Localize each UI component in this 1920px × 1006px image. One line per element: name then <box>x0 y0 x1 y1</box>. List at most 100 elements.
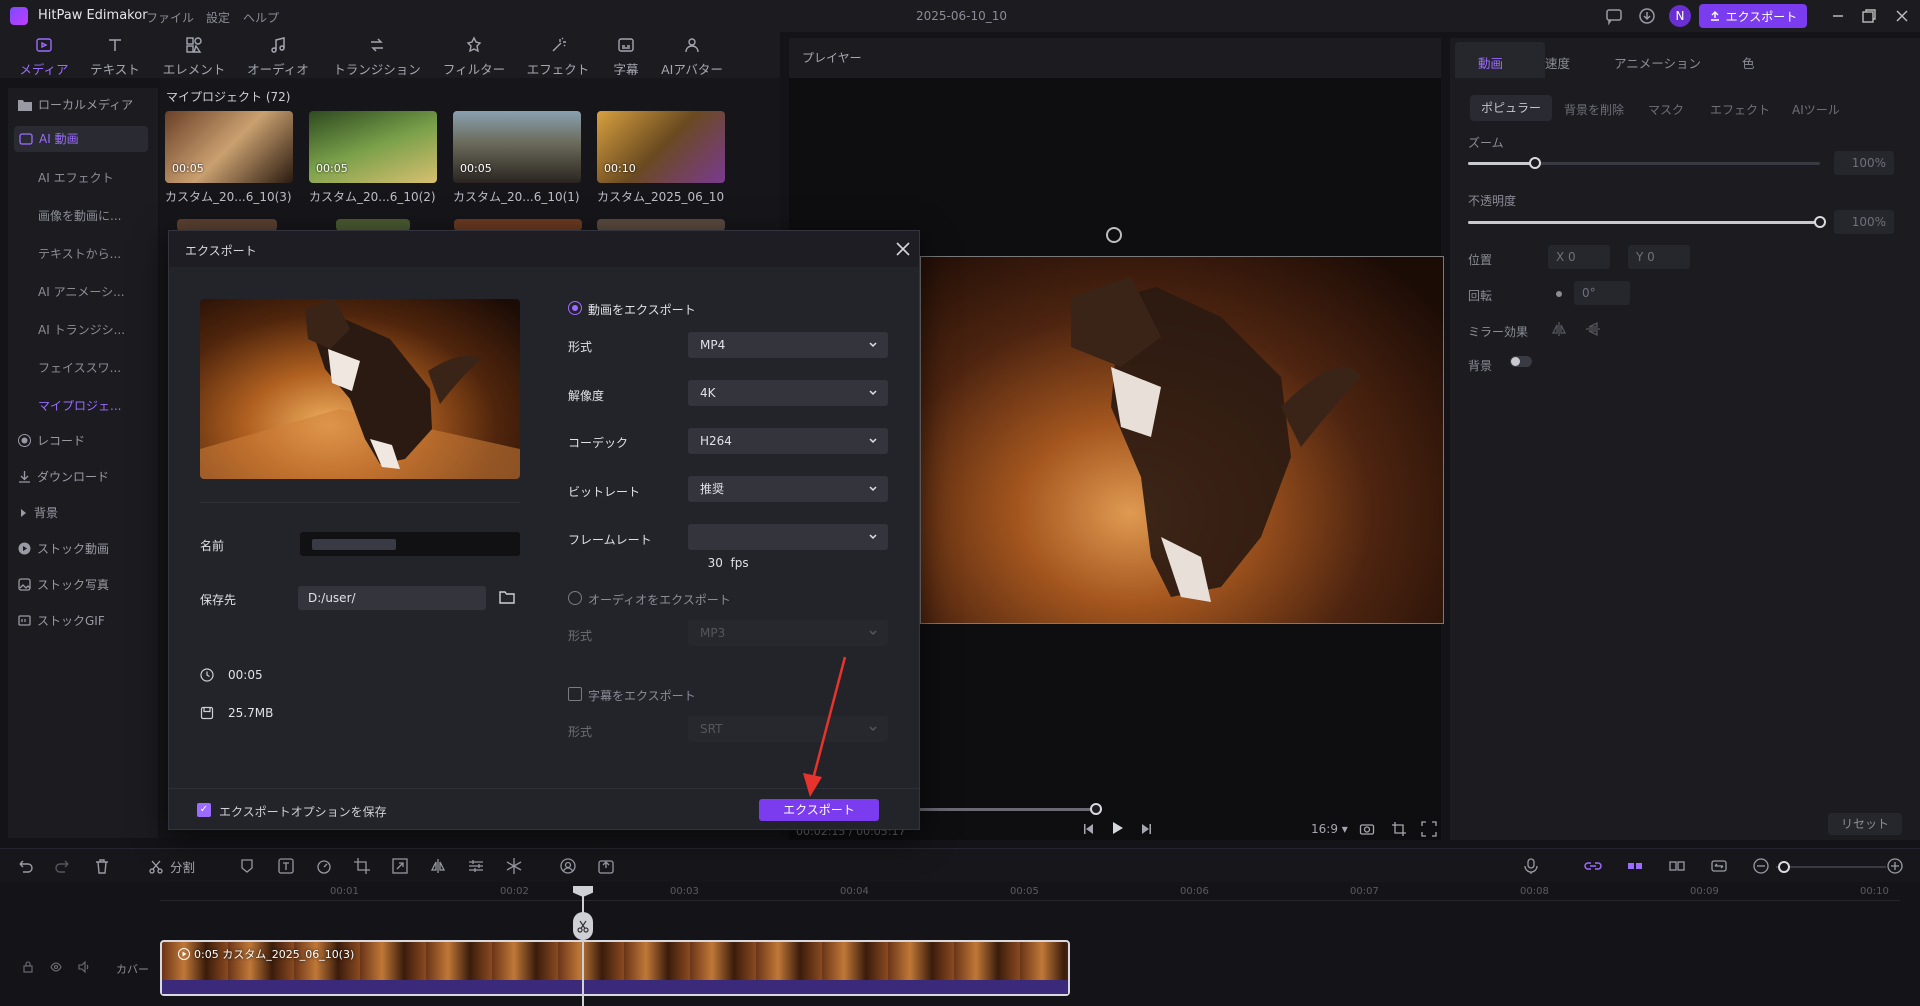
speed-icon[interactable] <box>315 857 333 875</box>
delete-icon[interactable] <box>93 857 111 875</box>
adjust-icon[interactable] <box>467 857 485 875</box>
track-audio-icon[interactable] <box>78 961 90 973</box>
minimize-icon[interactable] <box>1828 6 1848 26</box>
sidebar-item-ai-video[interactable]: AI 動画 <box>14 126 148 152</box>
sidebar-item-ai-transition[interactable]: AI トランジシ... <box>38 321 125 338</box>
rotate-dial-icon[interactable] <box>1556 291 1562 297</box>
export-audio-radio[interactable] <box>568 591 582 605</box>
track-visibility-icon[interactable] <box>50 961 62 973</box>
position-y-input[interactable]: Y 0 <box>1628 245 1690 269</box>
opacity-slider-knob[interactable] <box>1814 216 1826 228</box>
export-clip-icon[interactable] <box>597 857 615 875</box>
aspect-ratio-dropdown[interactable]: 16:9 ▾ <box>1311 822 1348 836</box>
sidebar-item-my-project[interactable]: マイプロジェ... <box>38 397 121 414</box>
sidebar-item-record[interactable]: レコード <box>18 432 85 449</box>
marker-icon[interactable] <box>238 857 256 875</box>
link-icon[interactable] <box>1584 857 1602 875</box>
menu-file[interactable]: ファイル <box>146 9 194 26</box>
mirror-vertical-icon[interactable] <box>1584 320 1602 338</box>
sidebar-item-image-to-video[interactable]: 画像を動画に... <box>38 207 121 224</box>
resolution-select[interactable]: 4K <box>688 380 888 406</box>
undo-icon[interactable] <box>16 857 34 875</box>
playhead-split-handle[interactable] <box>573 912 593 940</box>
split-track-icon[interactable] <box>1668 857 1686 875</box>
background-toggle[interactable] <box>1510 356 1532 367</box>
resize-icon[interactable] <box>391 857 409 875</box>
framerate-select[interactable]: 30 fps <box>688 524 888 570</box>
sidebar-item-download[interactable]: ダウンロード <box>18 468 109 485</box>
sidebar-item-face-swap[interactable]: フェイススワ... <box>38 359 121 376</box>
split-button[interactable]: 分割 <box>148 857 195 876</box>
fullscreen-icon[interactable] <box>1421 821 1437 837</box>
zoom-in-icon[interactable] <box>1886 857 1904 875</box>
tab-video[interactable]: 動画 <box>1478 53 1503 72</box>
zoom-value-input[interactable]: 100% <box>1834 151 1894 175</box>
subtab-remove-bg[interactable]: 背景を削除 <box>1564 101 1624 118</box>
sidebar-item-local-media[interactable]: ローカルメディア <box>18 96 133 113</box>
tool-ai-avatar[interactable]: AIアバター <box>656 36 728 78</box>
text-box-icon[interactable] <box>277 857 295 875</box>
face-icon[interactable] <box>559 857 577 875</box>
reset-button[interactable]: リセット <box>1828 813 1902 835</box>
play-icon[interactable] <box>1109 820 1125 836</box>
tool-subtitle[interactable]: 字幕 <box>606 36 646 78</box>
user-avatar[interactable]: N <box>1669 5 1691 27</box>
freeze-icon[interactable] <box>505 857 523 875</box>
crop-icon[interactable] <box>1391 821 1407 837</box>
subtab-mask[interactable]: マスク <box>1648 101 1684 118</box>
sidebar-item-background[interactable]: 背景 <box>18 504 58 521</box>
zoom-out-icon[interactable] <box>1752 857 1770 875</box>
tool-media[interactable]: メディア <box>18 36 70 78</box>
export-video-radio[interactable] <box>568 301 582 315</box>
save-options-checkbox[interactable]: ✓ <box>197 803 211 817</box>
mirror-horizontal-icon[interactable] <box>1550 320 1568 338</box>
playback-progress-track[interactable] <box>919 808 1095 811</box>
next-frame-icon[interactable] <box>1140 822 1154 836</box>
tool-filter[interactable]: フィルター <box>440 36 508 78</box>
position-x-input[interactable]: X 0 <box>1548 245 1610 269</box>
tool-transition[interactable]: トランジション <box>330 36 424 78</box>
codec-select[interactable]: H264 <box>688 428 888 454</box>
save-path-input[interactable]: D:/user/ <box>298 586 486 610</box>
menu-help[interactable]: ヘルプ <box>243 9 279 26</box>
top-export-button[interactable]: エクスポート <box>1699 4 1807 28</box>
bitrate-select[interactable]: 推奨 <box>688 476 888 502</box>
browse-folder-icon[interactable] <box>498 588 516 606</box>
download-icon[interactable] <box>1638 7 1656 25</box>
tool-element[interactable]: エレメント <box>160 36 228 78</box>
snapshot-icon[interactable] <box>1359 821 1375 837</box>
zoom-slider-knob[interactable] <box>1529 157 1541 169</box>
microphone-icon[interactable] <box>1522 857 1540 875</box>
export-button[interactable]: エクスポート <box>759 799 879 821</box>
restore-icon[interactable] <box>1859 6 1879 26</box>
playback-progress-knob[interactable] <box>1090 803 1102 815</box>
rotate-input[interactable]: 0° <box>1574 281 1630 305</box>
close-dialog-icon[interactable] <box>894 240 912 258</box>
rotate-handle[interactable] <box>1106 227 1122 243</box>
playhead[interactable] <box>582 886 584 1006</box>
video-preview[interactable] <box>920 256 1444 624</box>
tool-effect[interactable]: エフェクト <box>526 36 590 78</box>
audio-format-select[interactable]: MP3 <box>688 620 888 646</box>
sidebar-item-text-to-video[interactable]: テキストから... <box>38 245 121 262</box>
crop-tool-icon[interactable] <box>353 857 371 875</box>
sidebar-item-stock-video[interactable]: ストック動画 <box>18 540 109 557</box>
previous-frame-icon[interactable] <box>1081 822 1095 836</box>
feedback-icon[interactable] <box>1605 7 1623 25</box>
timeline-zoom-track[interactable] <box>1776 866 1886 868</box>
format-select[interactable]: MP4 <box>688 332 888 358</box>
sidebar-item-ai-animation[interactable]: AI アニメーシ... <box>38 283 125 300</box>
track-lock-icon[interactable] <box>22 961 34 973</box>
magnet-icon[interactable] <box>1626 857 1644 875</box>
sidebar-item-stock-gif[interactable]: ストックGIF <box>18 612 105 629</box>
tab-speed[interactable]: 速度 <box>1545 53 1570 72</box>
tab-animation[interactable]: アニメーション <box>1614 53 1701 72</box>
tool-text[interactable]: テキスト <box>86 36 144 78</box>
flip-icon[interactable] <box>429 857 447 875</box>
export-subtitle-checkbox[interactable] <box>568 687 582 701</box>
close-window-icon[interactable] <box>1892 6 1912 26</box>
menu-settings[interactable]: 設定 <box>206 9 230 26</box>
opacity-value-input[interactable]: 100% <box>1834 210 1894 234</box>
subtab-effect[interactable]: エフェクト <box>1710 101 1770 118</box>
redo-icon[interactable] <box>54 857 72 875</box>
